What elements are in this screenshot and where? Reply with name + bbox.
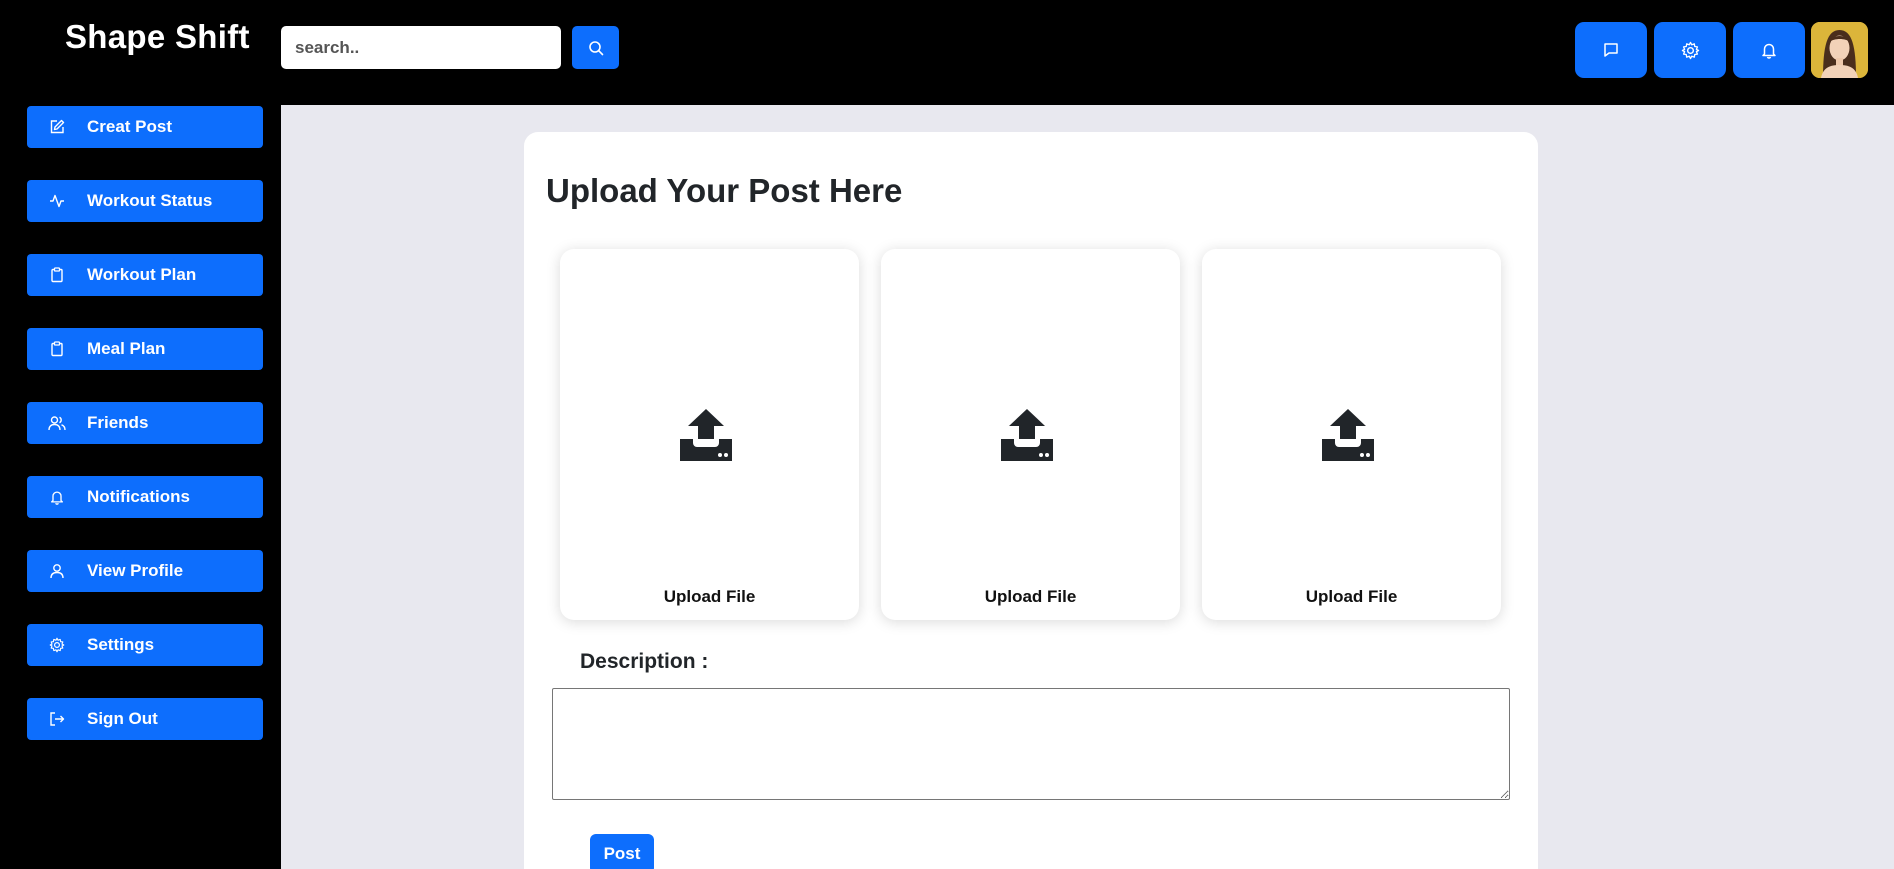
upload-file-label: Upload File	[1305, 587, 1398, 606]
upload-icon	[1322, 409, 1374, 461]
upload-post-card: Upload Your Post Here Upload File Upload…	[524, 132, 1538, 869]
upload-file-box[interactable]: Upload File	[560, 249, 859, 620]
sidebar-item-settings[interactable]: Settings	[27, 624, 263, 666]
main-content: Upload Your Post Here Upload File Upload…	[281, 105, 1894, 869]
description-label: Description :	[580, 650, 709, 673]
upload-icon	[680, 409, 732, 461]
top-header: Shape Shift	[0, 0, 1894, 105]
notifications-button[interactable]	[1733, 22, 1805, 78]
sidebar: Creat Post Workout Status Workout Plan M…	[0, 105, 281, 869]
users-icon	[27, 415, 87, 431]
activity-icon	[27, 193, 87, 209]
sidebar-item-friends[interactable]: Friends	[27, 402, 263, 444]
search-input[interactable]	[281, 26, 561, 69]
upload-file-box[interactable]: Upload File	[881, 249, 1180, 620]
sidebar-item-workout-status[interactable]: Workout Status	[27, 180, 263, 222]
clipboard-icon	[27, 267, 87, 283]
upload-icon	[1001, 409, 1053, 461]
edit-icon	[27, 119, 87, 135]
upload-file-box[interactable]: Upload File	[1202, 249, 1501, 620]
upload-file-label: Upload File	[984, 587, 1077, 606]
sidebar-item-label: Notifications	[87, 487, 190, 506]
sidebar-item-sign-out[interactable]: Sign Out	[27, 698, 263, 740]
sidebar-item-label: Creat Post	[87, 117, 173, 136]
settings-button[interactable]	[1654, 22, 1726, 78]
messages-button[interactable]	[1575, 22, 1647, 78]
avatar-image	[1811, 22, 1868, 78]
sidebar-item-label: Friends	[87, 413, 149, 432]
sidebar-item-label: Workout Status	[87, 191, 213, 210]
gear-icon	[27, 637, 87, 653]
sidebar-item-label: Sign Out	[87, 709, 158, 728]
bell-icon	[1762, 43, 1776, 59]
upload-file-label: Upload File	[663, 587, 756, 606]
avatar[interactable]	[1811, 22, 1868, 78]
sidebar-item-meal-plan[interactable]: Meal Plan	[27, 328, 263, 370]
sidebar-item-workout-plan[interactable]: Workout Plan	[27, 254, 263, 296]
sidebar-item-view-profile[interactable]: View Profile	[27, 550, 263, 592]
sidebar-item-create-post[interactable]: Creat Post	[27, 106, 263, 148]
sidebar-item-label: View Profile	[87, 561, 184, 580]
app-brand[interactable]: Shape Shift	[65, 18, 250, 56]
sign-out-icon	[27, 711, 87, 727]
sidebar-item-label: Workout Plan	[87, 265, 197, 284]
sidebar-item-label: Meal Plan	[87, 339, 166, 358]
user-icon	[27, 563, 87, 579]
message-icon	[1604, 43, 1618, 57]
description-textarea[interactable]	[552, 688, 1510, 800]
page-title: Upload Your Post Here	[546, 172, 903, 209]
clipboard-icon	[27, 341, 87, 357]
bell-icon	[27, 489, 87, 505]
post-button[interactable]: Post	[590, 834, 654, 869]
sidebar-item-label: Settings	[87, 635, 155, 654]
sidebar-item-notifications[interactable]: Notifications	[27, 476, 263, 518]
search-icon	[588, 40, 603, 55]
search-button[interactable]	[572, 26, 619, 69]
gear-icon	[1681, 41, 1699, 59]
